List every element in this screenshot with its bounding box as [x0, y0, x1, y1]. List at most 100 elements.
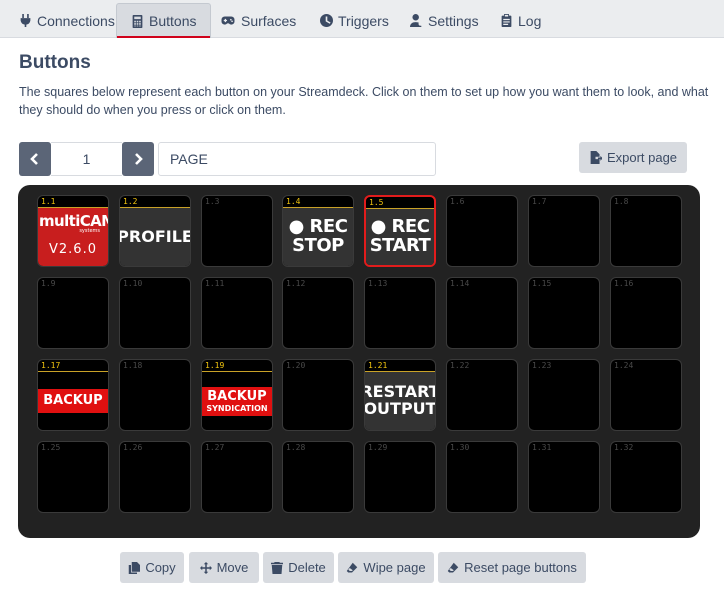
button-face: RESTART OUTPUT	[365, 372, 435, 430]
grid-button-1-26[interactable]: 1.26	[119, 441, 191, 513]
tab-settings[interactable]: Settings	[396, 3, 493, 38]
button-text: START	[369, 235, 431, 256]
button-text: PROFILE	[119, 226, 191, 246]
grid-button-1-7[interactable]: 1.7	[528, 195, 600, 267]
page-number[interactable]: 1	[51, 142, 122, 176]
grid-button-1-11[interactable]: 1.11	[201, 277, 273, 349]
grid-button-1-16[interactable]: 1.16	[610, 277, 682, 349]
delete-button[interactable]: Delete	[263, 552, 334, 583]
button-number-label: 1.22	[450, 361, 470, 370]
grid-button-1-8[interactable]: 1.8	[610, 195, 682, 267]
wipe-page-label: Wipe page	[363, 560, 426, 575]
button-face: BACKUP SYNDICATION	[202, 372, 272, 430]
grid-button-1-1[interactable]: 1.1 multiCAM systems V2.6.0	[37, 195, 109, 267]
button-number-label: 1.13	[368, 279, 388, 288]
grid-button-1-15[interactable]: 1.15	[528, 277, 600, 349]
grid-button-1-2[interactable]: 1.2 PROFILE	[119, 195, 191, 267]
tab-connections[interactable]: Connections	[5, 3, 129, 38]
button-number-label: 1.32	[614, 443, 634, 452]
page-description: The squares below represent each button …	[19, 85, 709, 117]
export-page-button[interactable]: Export page	[579, 142, 687, 173]
page-name-input[interactable]	[158, 142, 436, 176]
button-number-label: 1.19	[205, 361, 225, 370]
tab-log[interactable]: Log	[486, 3, 555, 38]
grid-button-1-20[interactable]: 1.20	[282, 359, 354, 431]
next-page-button[interactable]	[122, 142, 154, 176]
tab-triggers[interactable]: Triggers	[306, 3, 403, 38]
grid-button-1-6[interactable]: 1.6	[446, 195, 518, 267]
reset-page-buttons-button[interactable]: Reset page buttons	[438, 552, 586, 583]
reset-page-buttons-label: Reset page buttons	[464, 560, 577, 575]
tab-label: Settings	[428, 12, 479, 29]
button-number-label: 1.8	[614, 197, 629, 206]
grid-button-1-14[interactable]: 1.14	[446, 277, 518, 349]
grid-button-1-10[interactable]: 1.10	[119, 277, 191, 349]
button-text: BACKUP	[207, 388, 267, 404]
button-text: systems	[79, 227, 100, 234]
grid-button-1-31[interactable]: 1.31	[528, 441, 600, 513]
grid-button-1-19[interactable]: 1.19 BACKUP SYNDICATION	[201, 359, 273, 431]
button-number-label: 1.27	[205, 443, 225, 452]
grid-button-1-30[interactable]: 1.30	[446, 441, 518, 513]
grid-button-1-13[interactable]: 1.13	[364, 277, 436, 349]
tab-label: Connections	[37, 12, 115, 29]
grid-button-1-21[interactable]: 1.21 RESTART OUTPUT	[364, 359, 436, 431]
grid-button-1-9[interactable]: 1.9	[37, 277, 109, 349]
button-number-label: 1.31	[532, 443, 552, 452]
button-grid: 1.1 multiCAM systems V2.6.0 1.2 PROFILE 1.3 1.4…	[18, 185, 700, 538]
button-number-label: 1.26	[123, 443, 143, 452]
button-number-label: 1.10	[123, 279, 143, 288]
grid-button-1-23[interactable]: 1.23	[528, 359, 600, 431]
grid-button-1-29[interactable]: 1.29	[364, 441, 436, 513]
grid-button-1-28[interactable]: 1.28	[282, 441, 354, 513]
grid-button-1-5[interactable]: 1.5 ● REC START	[364, 195, 436, 267]
copy-label: Copy	[145, 560, 176, 575]
move-button[interactable]: Move	[189, 552, 259, 583]
button-number-label: 1.28	[286, 443, 306, 452]
button-number-label: 1.3	[205, 197, 220, 206]
user-cog-icon	[410, 14, 423, 27]
button-number-label: 1.6	[450, 197, 465, 206]
trash-icon	[271, 561, 284, 574]
button-number-label: 1.1	[41, 197, 56, 206]
button-number-label: 1.30	[450, 443, 470, 452]
chevron-right-icon	[135, 153, 143, 165]
button-text: OUTPUT	[364, 399, 436, 418]
copy-icon	[129, 561, 141, 574]
chevron-left-icon	[30, 153, 38, 165]
button-number-label: 1.7	[532, 197, 547, 206]
button-number-label: 1.15	[532, 279, 552, 288]
button-text: SYNDICATION	[206, 403, 268, 413]
grid-button-1-4[interactable]: 1.4 ● REC STOP	[282, 195, 354, 267]
tab-label: Triggers	[338, 12, 389, 29]
page-actions: Copy Move Delete Wipe page Reset page bu…	[0, 552, 724, 583]
grid-button-1-24[interactable]: 1.24	[610, 359, 682, 431]
copy-button[interactable]: Copy	[120, 552, 184, 583]
tab-surfaces[interactable]: Surfaces	[206, 3, 310, 38]
wipe-page-button[interactable]: Wipe page	[338, 552, 434, 583]
button-number-label: 1.9	[41, 279, 56, 288]
grid-button-1-27[interactable]: 1.27	[201, 441, 273, 513]
clock-icon	[320, 14, 333, 27]
previous-page-button[interactable]	[19, 142, 51, 176]
grid-button-1-22[interactable]: 1.22	[446, 359, 518, 431]
calculator-icon	[132, 14, 143, 28]
grid-button-1-25[interactable]: 1.25	[37, 441, 109, 513]
button-face: BACKUP	[38, 372, 108, 430]
grid-button-1-32[interactable]: 1.32	[610, 441, 682, 513]
button-text: STOP	[292, 235, 344, 256]
tab-label: Surfaces	[241, 12, 297, 29]
grid-button-1-3[interactable]: 1.3	[201, 195, 273, 267]
button-number-label: 1.21	[368, 361, 388, 370]
button-number-label: 1.14	[450, 279, 470, 288]
button-face: multiCAM systems V2.6.0	[38, 208, 108, 266]
grid-button-1-12[interactable]: 1.12	[282, 277, 354, 349]
tab-buttons[interactable]: Buttons	[116, 3, 212, 38]
grid-button-1-18[interactable]: 1.18	[119, 359, 191, 431]
button-number-label: 1.23	[532, 361, 552, 370]
grid-button-1-17[interactable]: 1.17 BACKUP	[37, 359, 109, 431]
clipboard-icon	[501, 14, 512, 27]
button-face: ● REC START	[366, 209, 434, 265]
move-icon	[199, 561, 212, 574]
plug-icon	[20, 14, 31, 27]
